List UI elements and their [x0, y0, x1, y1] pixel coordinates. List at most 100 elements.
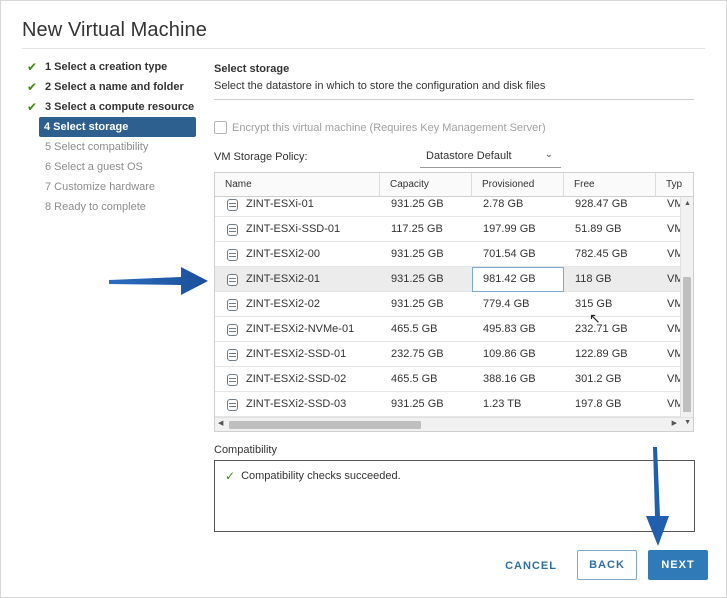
compatibility-label: Compatibility — [214, 444, 277, 456]
section-description: Select the datastore in which to store t… — [214, 80, 546, 92]
cell-name: ZINT-ESXi2-SSD-03 — [215, 392, 380, 417]
datastore-name: ZINT-ESXi2-NVMe-01 — [246, 323, 355, 335]
cell-name: ZINT-ESXi2-NVMe-01 — [215, 317, 380, 342]
check-icon: ✔ — [27, 100, 38, 114]
column-header-free[interactable]: Free — [564, 173, 656, 197]
datastore-icon — [227, 398, 238, 411]
wizard-step-1[interactable]: ✔ 1 Select a creation type — [27, 57, 202, 77]
vertical-scrollbar[interactable]: ▲ — [680, 197, 693, 417]
scroll-right-icon[interactable]: ▶ — [672, 419, 677, 427]
datastore-icon — [227, 323, 238, 336]
datastore-icon — [227, 273, 238, 286]
wizard-step-label: 3 Select a compute resource — [45, 101, 195, 113]
cell-type: VM — [667, 198, 681, 210]
datastore-icon — [227, 248, 238, 261]
wizard-step-label: 4 Select storage — [44, 121, 129, 133]
encrypt-option: Encrypt this virtual machine (Requires K… — [214, 121, 546, 134]
cell-free: 782.45 GB — [575, 248, 628, 260]
cell-name: ZINT-ESXi2-01 — [215, 267, 380, 292]
table-row[interactable]: ZINT-ESXi2-01 931.25 GB 981.42 GB 118 GB VM — [215, 267, 681, 292]
column-header-capacity[interactable]: Capacity — [380, 173, 472, 197]
wizard-step-5: 5 Select compatibility — [27, 137, 202, 157]
mouse-cursor-icon: ↖ — [589, 310, 601, 326]
cell-free: 122.89 GB — [575, 348, 628, 360]
storage-policy-select[interactable]: Datastore Default ⌄ — [420, 147, 561, 168]
wizard-step-label: 5 Select compatibility — [45, 141, 149, 153]
arrow-right-icon — [109, 267, 208, 295]
table-row[interactable]: ZINT-ESXi2-00 931.25 GB 701.54 GB 782.45 GB… — [215, 242, 681, 267]
back-button[interactable]: BACK — [577, 550, 637, 580]
table-row[interactable]: ZINT-ESXi2-SSD-03 931.25 GB 1.23 TB 197.8 G… — [215, 392, 681, 417]
chevron-down-icon: ⌄ — [544, 149, 553, 160]
grid-header: Name Capacity Provisioned Free Typ — [215, 173, 693, 197]
next-button[interactable]: NEXT — [648, 550, 708, 580]
cell-type: VM — [667, 398, 681, 410]
wizard-step-4[interactable]: 4 Select storage — [39, 117, 196, 137]
cell-type: VM — [667, 248, 681, 260]
scroll-left-icon[interactable]: ◀ — [218, 419, 223, 427]
wizard-step-8: 8 Ready to complete — [27, 197, 202, 217]
cell-free: 301.2 GB — [575, 373, 622, 385]
cell-type: VM — [667, 348, 681, 360]
wizard-step-label: 8 Ready to complete — [45, 201, 146, 213]
table-row[interactable]: ZINT-ESXi2-SSD-02 465.5 GB 388.16 GB 301.2 … — [215, 367, 681, 392]
cell-type: VM — [667, 298, 681, 310]
wizard-step-6: 6 Select a guest OS — [27, 157, 202, 177]
scroll-down-icon[interactable]: ▼ — [684, 419, 691, 426]
datastore-name: ZINT-ESXi-SSD-01 — [246, 223, 341, 235]
table-row[interactable]: ZINT-ESXi-01 931.25 GB 2.78 GB 928.47 GB VM — [215, 197, 681, 217]
cancel-button[interactable]: CANCEL — [498, 551, 564, 581]
scroll-up-icon[interactable]: ▲ — [684, 200, 691, 207]
datastore-name: ZINT-ESXi-01 — [246, 198, 314, 210]
cell-free: 928.47 GB — [575, 198, 628, 210]
cell-name: ZINT-ESXi2-00 — [215, 242, 380, 267]
check-icon: ✔ — [27, 80, 38, 94]
horizontal-scroll-thumb[interactable] — [229, 421, 421, 429]
table-row[interactable]: ZINT-ESXi2-NVMe-01 465.5 GB 495.83 GB 232.7… — [215, 317, 681, 342]
cell-name: ZINT-ESXi-SSD-01 — [215, 217, 380, 242]
cell-type: VM — [667, 223, 681, 235]
wizard-step-2[interactable]: ✔ 2 Select a name and folder — [27, 77, 202, 97]
encrypt-checkbox[interactable] — [214, 121, 227, 134]
cell-provisioned: 388.16 GB — [483, 373, 536, 385]
datastore-name: ZINT-ESXi2-01 — [246, 273, 320, 285]
cell-free: 51.89 GB — [575, 223, 622, 235]
cell-capacity: 465.5 GB — [391, 323, 438, 335]
cell-type: VM — [667, 373, 681, 385]
section-title: Select storage — [214, 63, 290, 75]
column-header-type[interactable]: Typ — [656, 173, 693, 197]
cell-free: 315 GB — [575, 298, 613, 310]
datastore-name: ZINT-ESXi2-SSD-01 — [246, 348, 347, 360]
column-header-name[interactable]: Name — [215, 173, 380, 197]
cell-provisioned: 2.78 GB — [483, 198, 524, 210]
wizard-step-label: 1 Select a creation type — [45, 61, 168, 73]
table-row[interactable]: ZINT-ESXi2-SSD-01 232.75 GB 109.86 GB 122.8… — [215, 342, 681, 367]
cell-provisioned: 701.54 GB — [483, 248, 536, 260]
cell-capacity: 117.25 GB — [391, 223, 443, 235]
cell-provisioned: 779.4 GB — [483, 298, 530, 310]
datastore-icon — [227, 298, 238, 311]
cell-free: 197.8 GB — [575, 398, 622, 410]
datastore-grid: Name Capacity Provisioned Free Typ ZINT-… — [214, 172, 694, 432]
cell-capacity: 931.25 GB — [391, 198, 444, 210]
datastore-name: ZINT-ESXi2-SSD-03 — [246, 398, 347, 410]
table-row[interactable]: ZINT-ESXi2-02 931.25 GB 779.4 GB 315 GB VM — [215, 292, 681, 317]
compatibility-message: ✓ Compatibility checks succeeded. — [225, 469, 401, 483]
vertical-scroll-thumb[interactable] — [683, 277, 691, 412]
horizontal-scrollbar[interactable]: ◀ ▶ ▼ — [215, 417, 693, 431]
storage-policy-label: VM Storage Policy: — [214, 151, 308, 163]
wizard-step-3[interactable]: ✔ 3 Select a compute resource — [27, 97, 202, 117]
datastore-icon — [227, 223, 238, 236]
cell-capacity: 931.25 GB — [391, 298, 444, 310]
wizard-step-7: 7 Customize hardware — [27, 177, 202, 197]
new-vm-dialog: New Virtual Machine ✔ 1 Select a creation… — [0, 0, 727, 598]
cell-type: VM — [667, 273, 681, 285]
check-icon: ✓ — [225, 469, 236, 483]
column-header-provisioned[interactable]: Provisioned — [472, 173, 564, 197]
table-row[interactable]: ZINT-ESXi-SSD-01 117.25 GB 197.99 GB 51.89 … — [215, 217, 681, 242]
wizard-step-label: 2 Select a name and folder — [45, 81, 184, 93]
cell-capacity: 931.25 GB — [391, 273, 444, 285]
cell-capacity: 931.25 GB — [391, 248, 444, 260]
check-icon: ✔ — [27, 60, 38, 74]
cell-provisioned: 109.86 GB — [483, 348, 536, 360]
